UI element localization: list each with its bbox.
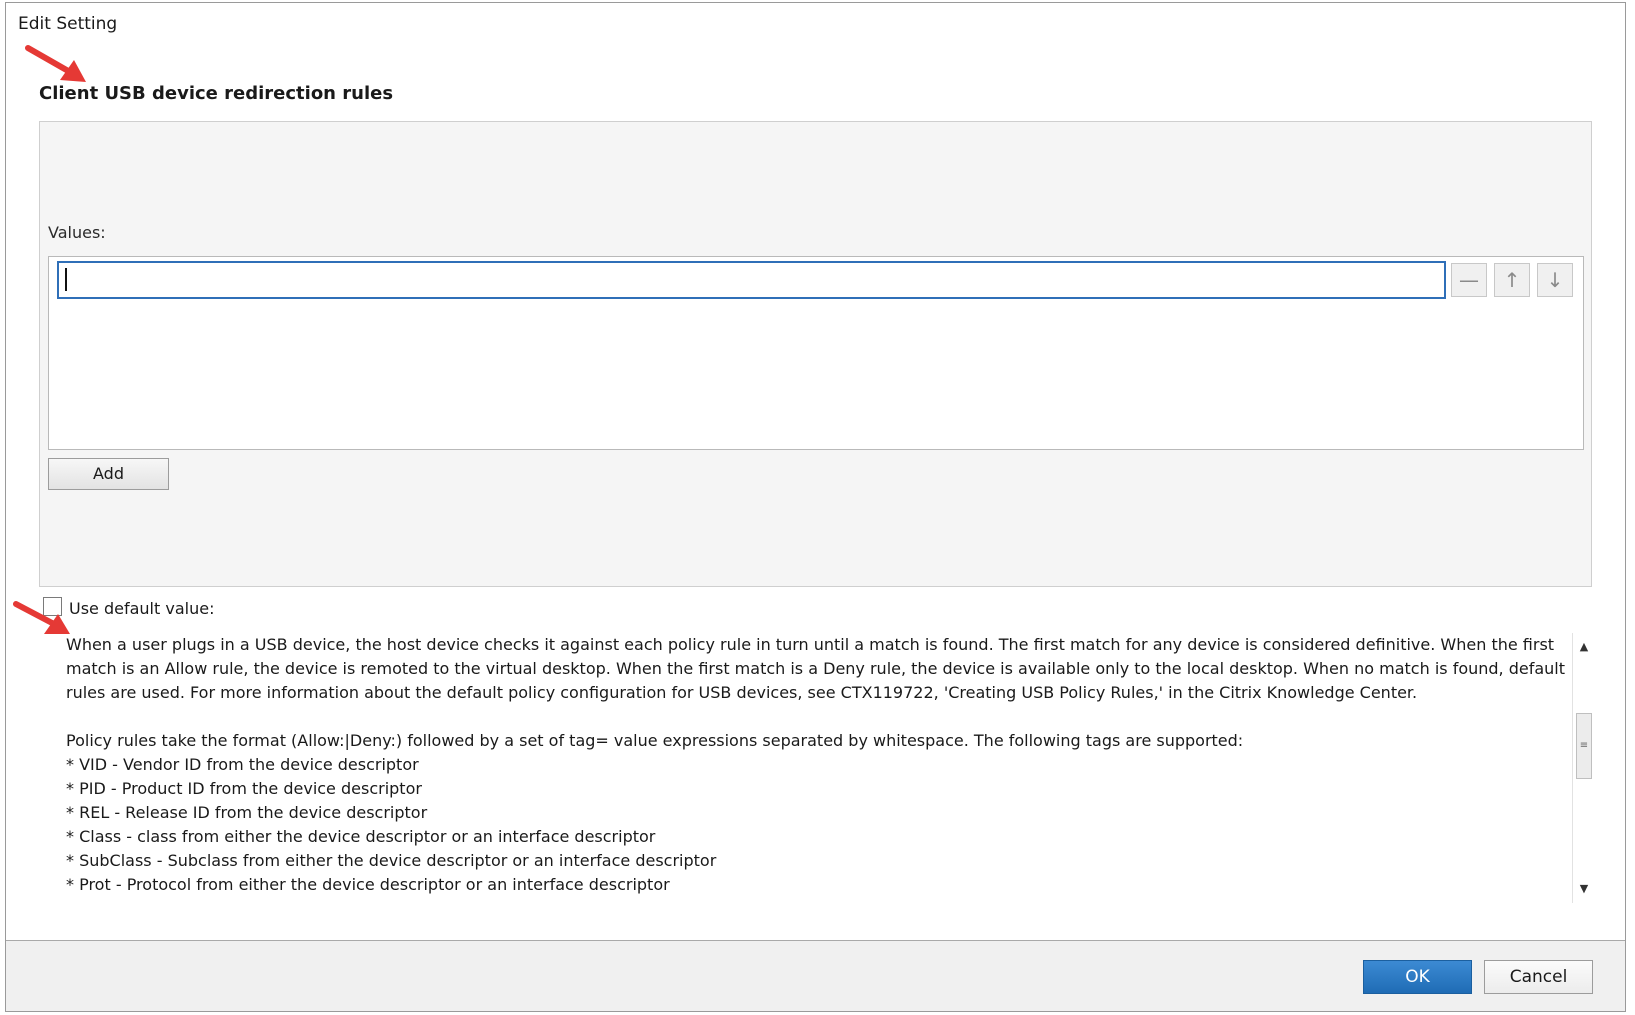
tag-list-item: * Prot - Protocol from either the device… xyxy=(66,875,670,894)
scroll-up-icon[interactable]: ▲ xyxy=(1573,637,1595,657)
tag-list-item: * SubClass - Subclass from either the de… xyxy=(66,851,717,870)
move-up-button[interactable]: ↑ xyxy=(1494,263,1530,297)
remove-value-button[interactable]: — xyxy=(1451,263,1487,297)
cancel-button[interactable]: Cancel xyxy=(1484,960,1593,994)
add-button[interactable]: Add xyxy=(48,458,169,490)
scroll-down-icon[interactable]: ▼ xyxy=(1573,879,1595,899)
tag-list-item: * REL - Release ID from the device descr… xyxy=(66,803,428,822)
setting-heading: Client USB device redirection rules xyxy=(39,83,394,104)
window-title: Edit Setting xyxy=(18,14,118,34)
tag-list-item: * VID - Vendor ID from the device descri… xyxy=(66,755,419,774)
annotation-arrow-top xyxy=(25,45,86,82)
description-scrollbar[interactable]: ▲ ≡ ▼ xyxy=(1572,633,1594,903)
annotation-arrow-bottom xyxy=(13,601,70,634)
description-paragraph: Policy rules take the format (Allow:|Den… xyxy=(66,731,1244,750)
tag-list-item: * Class - class from either the device d… xyxy=(66,827,656,846)
text-caret xyxy=(65,268,67,291)
tag-list-item: * PID - Product ID from the device descr… xyxy=(66,779,422,798)
arrow-down-icon: ↓ xyxy=(1546,268,1564,292)
arrow-up-icon: ↑ xyxy=(1503,268,1521,292)
scroll-thumb[interactable]: ≡ xyxy=(1576,713,1592,779)
value-input[interactable] xyxy=(57,261,1446,299)
use-default-label: Use default value: xyxy=(69,599,215,618)
description-paragraph: When a user plugs in a USB device, the h… xyxy=(66,635,1566,702)
move-down-button[interactable]: ↓ xyxy=(1537,263,1573,297)
description-text: When a user plugs in a USB device, the h… xyxy=(66,633,1566,903)
minus-icon: — xyxy=(1459,268,1479,292)
values-label: Values: xyxy=(48,223,106,242)
ok-button[interactable]: OK xyxy=(1363,960,1472,994)
